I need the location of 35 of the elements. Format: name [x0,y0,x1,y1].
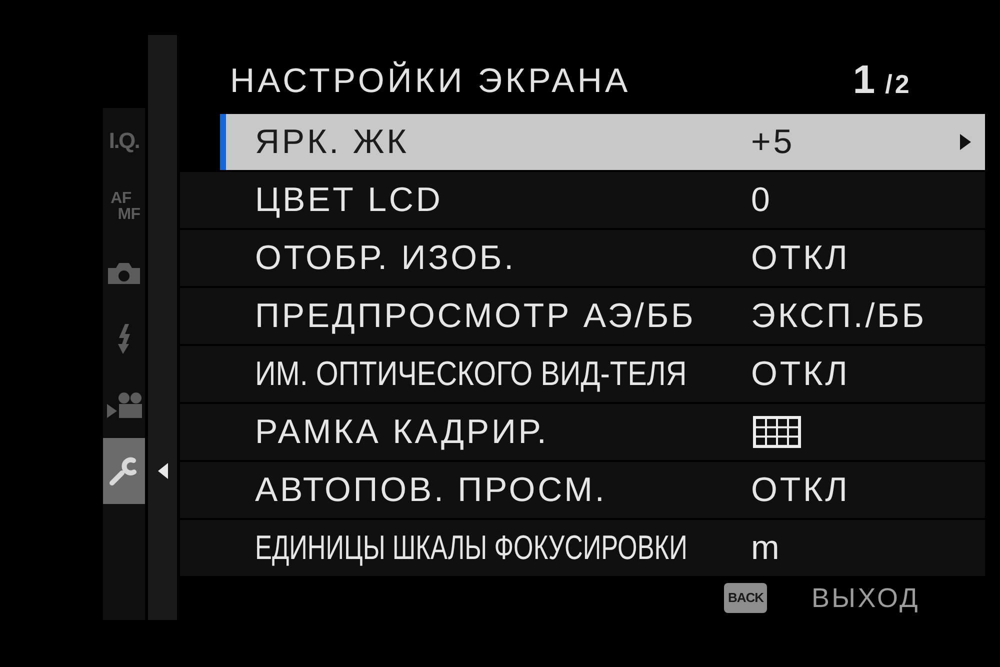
setting-label: ПРЕДПРОСМОТР АЭ/ББ [255,296,696,336]
menu-row[interactable]: РАМКА КАДРИР. [180,404,985,460]
right-triangle-icon [960,134,971,150]
menu-row[interactable]: АВТОПОВ. ПРОСМ. ОТКЛ [180,462,985,518]
page-total: /2 [885,69,912,99]
setting-value: 0 [751,180,772,220]
exit-label: ВЫХОД [811,582,920,615]
setting-value: ОТКЛ [751,470,850,510]
setting-label: ЕДИНИЦЫ ШКАЛЫ ФОКУСИРОВКИ [255,528,688,568]
menu-tab[interactable] [103,438,145,504]
page-number: 1 [852,60,876,100]
setting-label: ОТОБР. ИЗОБ. [255,238,516,278]
setting-label: ЦВЕТ LCD [255,180,443,220]
movie-camera-icon [106,392,142,418]
setting-label: ЯРК. ЖК [255,122,409,162]
setting-label: РАМКА КАДРИР. [255,412,549,452]
setting-value: m [751,528,782,568]
menu-row[interactable]: ЯРК. ЖК +5 [220,114,985,170]
setting-value: +5 [751,122,795,162]
menu-row[interactable]: ОТОБР. ИЗОБ. ОТКЛ [180,230,985,286]
menu-row[interactable]: ЕДИНИЦЫ ШКАЛЫ ФОКУСИРОВКИ m [180,520,985,576]
setting-label: ИМ. ОПТИЧЕСКОГО ВИД-ТЕЛЯ [255,354,687,394]
setting-value: ОТКЛ [751,238,850,278]
setting-value: ЭКСП./ББ [751,296,926,336]
left-triangle-icon [158,463,168,479]
menu-row[interactable]: ПРЕДПРОСМОТР АЭ/ББ ЭКСП./ББ [180,288,985,344]
menu-row[interactable]: ЦВЕТ LCD 0 [180,172,985,228]
screen-title: НАСТРОЙКИ ЭКРАНА [230,62,631,100]
back-key-badge: BACK [724,583,768,613]
setting-value: ОТКЛ [751,354,850,394]
lightning-icon [116,324,132,354]
menu-row[interactable]: ИМ. ОПТИЧЕСКОГО ВИД-ТЕЛЯ ОТКЛ [180,346,985,402]
camera-icon [108,262,140,284]
setting-label: АВТОПОВ. ПРОСМ. [255,470,607,510]
framing-grid-icon [753,416,801,448]
